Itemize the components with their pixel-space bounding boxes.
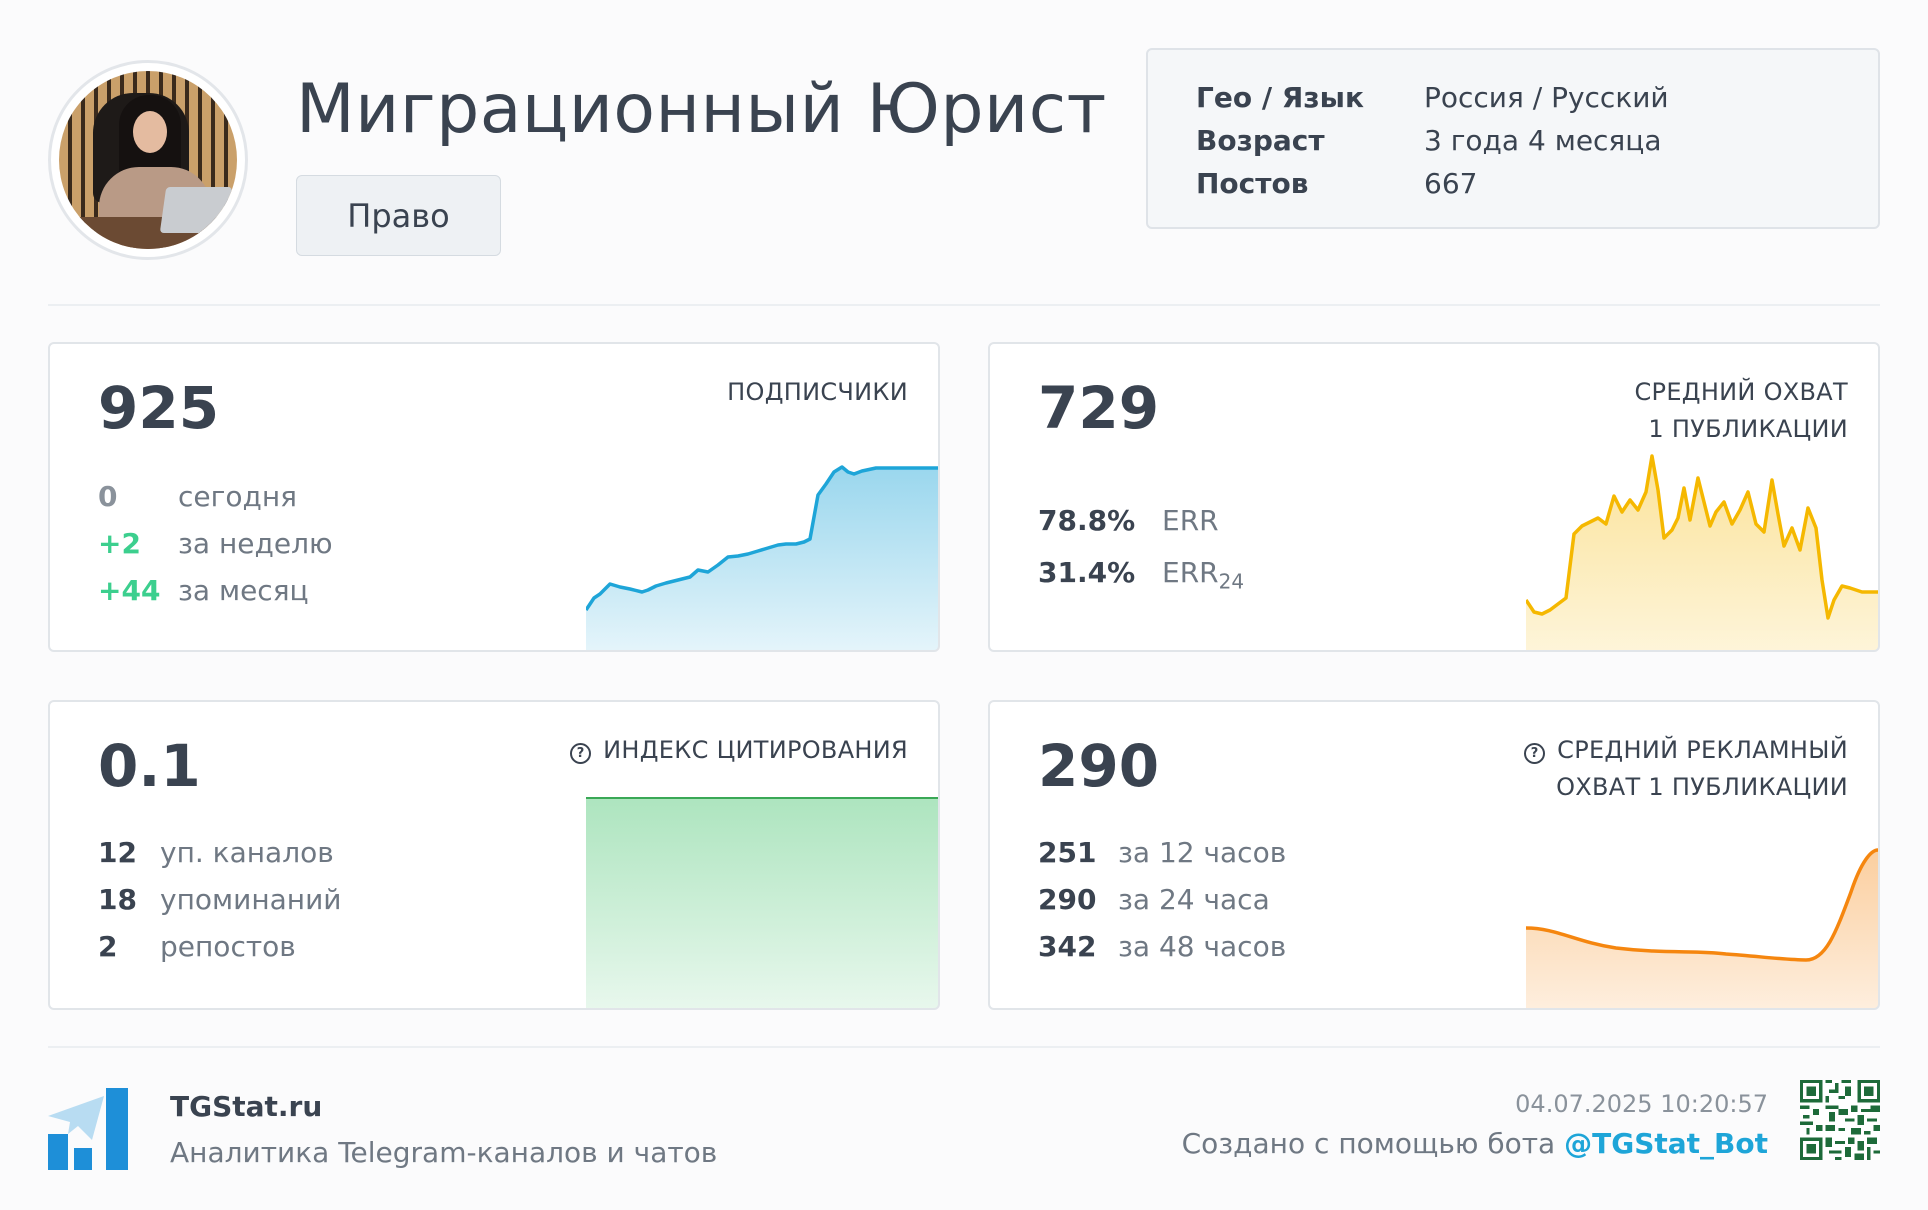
stat-err-label: ERR <box>1162 504 1219 537</box>
stat-reposts-num: 2 <box>98 930 118 963</box>
bot-link[interactable]: @TGStat_Bot <box>1564 1127 1768 1160</box>
average-reach-label: СРЕДНИЙ ОХВАТ 1 ПУБЛИКАЦИИ <box>1634 374 1848 448</box>
stat-today-num: 0 <box>98 480 118 513</box>
stat-12h-label: за 12 часов <box>1118 836 1287 869</box>
qr-code-icon[interactable] <box>1800 1080 1880 1160</box>
avatar-photo <box>59 71 237 249</box>
subscribers-label: ПОДПИСЧИКИ <box>727 378 908 406</box>
header-divider <box>48 304 1880 306</box>
footer-brand[interactable]: TGStat.ru <box>170 1090 322 1123</box>
subscribers-count: 925 <box>98 374 220 442</box>
stat-channels-num: 12 <box>98 836 137 869</box>
ad-reach-area <box>1526 850 1878 1008</box>
stat-err-num: 78.8% <box>1038 504 1136 537</box>
info-value: 667 <box>1424 167 1478 200</box>
stat-channels-label: уп. каналов <box>160 836 334 869</box>
citation-index-card[interactable]: 0.1 ? ИНДЕКС ЦИТИРОВАНИЯ 12 уп. каналов 1… <box>48 700 940 1010</box>
stat-week-label: за неделю <box>178 527 333 560</box>
footer-divider <box>48 1046 1880 1048</box>
stat-err: 78.8% ERR <box>1038 504 1219 537</box>
average-reach-card[interactable]: 729 СРЕДНИЙ ОХВАТ 1 ПУБЛИКАЦИИ 78.8% ERR… <box>988 342 1880 652</box>
info-value: 3 года 4 месяца <box>1424 124 1662 157</box>
stat-reposts-label: репостов <box>160 930 296 963</box>
stat-48h-label: за 48 часов <box>1118 930 1287 963</box>
tgstat-logo-icon[interactable] <box>48 1088 132 1170</box>
footer-created-with: Создано с помощью бота @TGStat_Bot <box>1182 1127 1768 1160</box>
stat-month: +44 за месяц <box>98 574 309 607</box>
stat-channels: 12 уп. каналов <box>98 836 334 869</box>
footer-created-text: Создано с помощью бота <box>1181 1127 1556 1160</box>
stat-err24-sub: 24 <box>1218 569 1245 594</box>
citation-index-area <box>586 798 938 1008</box>
stat-12h: 251 за 12 часов <box>1038 836 1286 869</box>
info-row-age: Возраст 3 года 4 месяца <box>1196 119 1878 162</box>
average-reach-label-line2: 1 ПУБЛИКАЦИИ <box>1648 415 1848 443</box>
footer-timestamp: 04.07.2025 10:20:57 <box>1515 1090 1768 1118</box>
stat-reposts: 2 репостов <box>98 930 296 963</box>
stat-err24-base: ERR <box>1162 556 1219 589</box>
ad-reach-label-line2: ОХВАТ 1 ПУБЛИКАЦИИ <box>1556 773 1848 801</box>
stat-week-num: +2 <box>98 527 141 560</box>
stat-12h-num: 251 <box>1038 836 1097 869</box>
ad-reach-label-line1: ? СРЕДНИЙ РЕКЛАМНЫЙ <box>1524 732 1848 769</box>
stat-err24: 31.4% ERR24 <box>1038 556 1244 594</box>
average-reach-sparkline <box>1526 454 1878 650</box>
subscribers-card[interactable]: 925 ПОДПИСЧИКИ 0 сегодня +2 за неделю +4… <box>48 342 940 652</box>
stat-mentions-num: 18 <box>98 883 137 916</box>
info-key: Постов <box>1196 167 1309 200</box>
subscribers-area <box>586 467 938 650</box>
ad-reach-label-line1-text: СРЕДНИЙ РЕКЛАМНЫЙ <box>1557 736 1848 764</box>
stat-err24-label: ERR24 <box>1162 556 1244 594</box>
average-reach-label-line1: СРЕДНИЙ ОХВАТ <box>1634 378 1848 406</box>
stat-mentions: 18 упоминаний <box>98 883 342 916</box>
info-row-geo: Гео / Язык Россия / Русский <box>1196 76 1878 119</box>
stat-err24-num: 31.4% <box>1038 556 1136 589</box>
info-key: Гео / Язык <box>1196 81 1364 114</box>
stat-48h: 342 за 48 часов <box>1038 930 1286 963</box>
info-key: Возраст <box>1196 124 1325 157</box>
stat-24h: 290 за 24 часа <box>1038 883 1270 916</box>
info-value: Россия / Русский <box>1424 81 1669 114</box>
citation-index-label: ? ИНДЕКС ЦИТИРОВАНИЯ <box>570 732 908 769</box>
stat-24h-num: 290 <box>1038 883 1097 916</box>
ad-reach-sparkline <box>1526 848 1878 1008</box>
stat-week: +2 за неделю <box>98 527 333 560</box>
footer-tagline: Аналитика Telegram-каналов и чатов <box>170 1136 718 1169</box>
ad-reach-label: ? СРЕДНИЙ РЕКЛАМНЫЙ ОХВАТ 1 ПУБЛИКАЦИИ <box>1524 732 1848 806</box>
average-reach-area <box>1526 456 1878 650</box>
category-button[interactable]: Право <box>296 175 501 256</box>
average-reach-value: 729 <box>1038 374 1160 442</box>
help-circle-icon[interactable]: ? <box>1524 743 1546 764</box>
stat-24h-label: за 24 часа <box>1118 883 1270 916</box>
stat-month-num: +44 <box>98 574 161 607</box>
citation-index-sparkline <box>586 797 938 1008</box>
stat-48h-num: 342 <box>1038 930 1097 963</box>
subscribers-sparkline <box>586 465 938 650</box>
citation-index-label-text: ИНДЕКС ЦИТИРОВАНИЯ <box>603 736 908 764</box>
stat-today: 0 сегодня <box>98 480 297 513</box>
help-circle-icon[interactable]: ? <box>570 743 592 764</box>
ad-reach-card[interactable]: 290 ? СРЕДНИЙ РЕКЛАМНЫЙ ОХВАТ 1 ПУБЛИКАЦИ… <box>988 700 1880 1010</box>
citation-index-value: 0.1 <box>98 732 201 800</box>
channel-avatar[interactable] <box>48 60 248 260</box>
ad-reach-value: 290 <box>1038 732 1160 800</box>
stat-today-label: сегодня <box>178 480 297 513</box>
info-row-posts: Постов 667 <box>1196 162 1878 205</box>
stat-month-label: за месяц <box>178 574 309 607</box>
stat-mentions-label: упоминаний <box>160 883 342 916</box>
channel-info-box: Гео / Язык Россия / Русский Возраст 3 го… <box>1146 48 1880 229</box>
channel-title: Миграционный Юрист <box>296 70 1107 149</box>
